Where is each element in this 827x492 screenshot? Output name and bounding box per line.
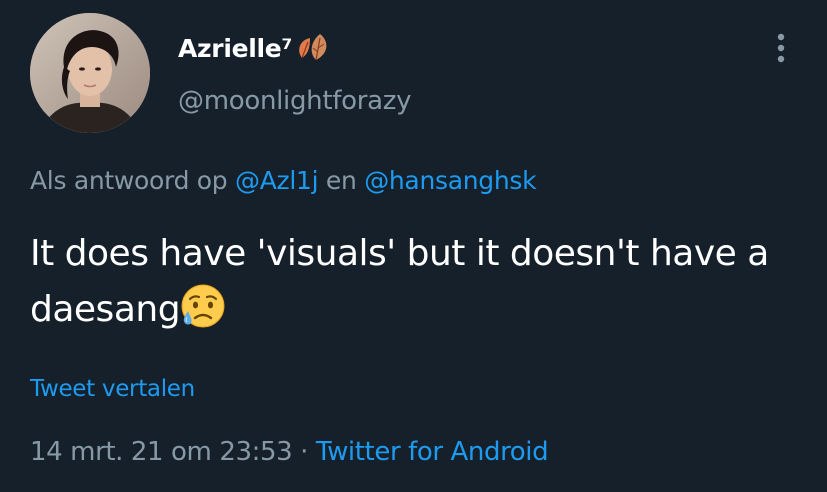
reply-conjunction: en bbox=[325, 166, 357, 195]
client-link[interactable]: Twitter for Android bbox=[316, 437, 549, 467]
tweet-text-content: It does have 'visuals' but it doesn't ha… bbox=[30, 233, 769, 330]
sad-but-relieved-face-icon bbox=[178, 281, 228, 331]
reply-prefix: Als antwoord op bbox=[30, 166, 228, 195]
mention-link[interactable]: @Azl1j bbox=[235, 166, 319, 195]
avatar[interactable] bbox=[30, 13, 150, 133]
meta-separator: · bbox=[300, 437, 309, 467]
mention-link[interactable]: @hansanghsk bbox=[364, 166, 536, 195]
handle[interactable]: @moonlightforazy bbox=[178, 86, 411, 116]
tweet-card: Azrielle⁷ @moonlightforazy Als antwoord … bbox=[0, 0, 827, 492]
display-name-text: Azrielle⁷ bbox=[178, 33, 293, 63]
tweet-text: It does have 'visuals' but it doesn't ha… bbox=[30, 226, 810, 337]
more-vertical-icon[interactable] bbox=[771, 30, 791, 66]
display-name[interactable]: Azrielle⁷ bbox=[178, 28, 332, 68]
tweet-meta: 14 mrt. 21 om 23:53 · Twitter for Androi… bbox=[30, 437, 549, 467]
fallen-leaf-icon bbox=[294, 34, 332, 62]
reply-context: Als antwoord op @Azl1j en @hansanghsk bbox=[30, 166, 537, 195]
profile-photo bbox=[30, 13, 150, 133]
tweet-timestamp[interactable]: 14 mrt. 21 om 23:53 bbox=[30, 437, 293, 467]
translate-tweet-link[interactable]: Tweet vertalen bbox=[30, 376, 195, 402]
